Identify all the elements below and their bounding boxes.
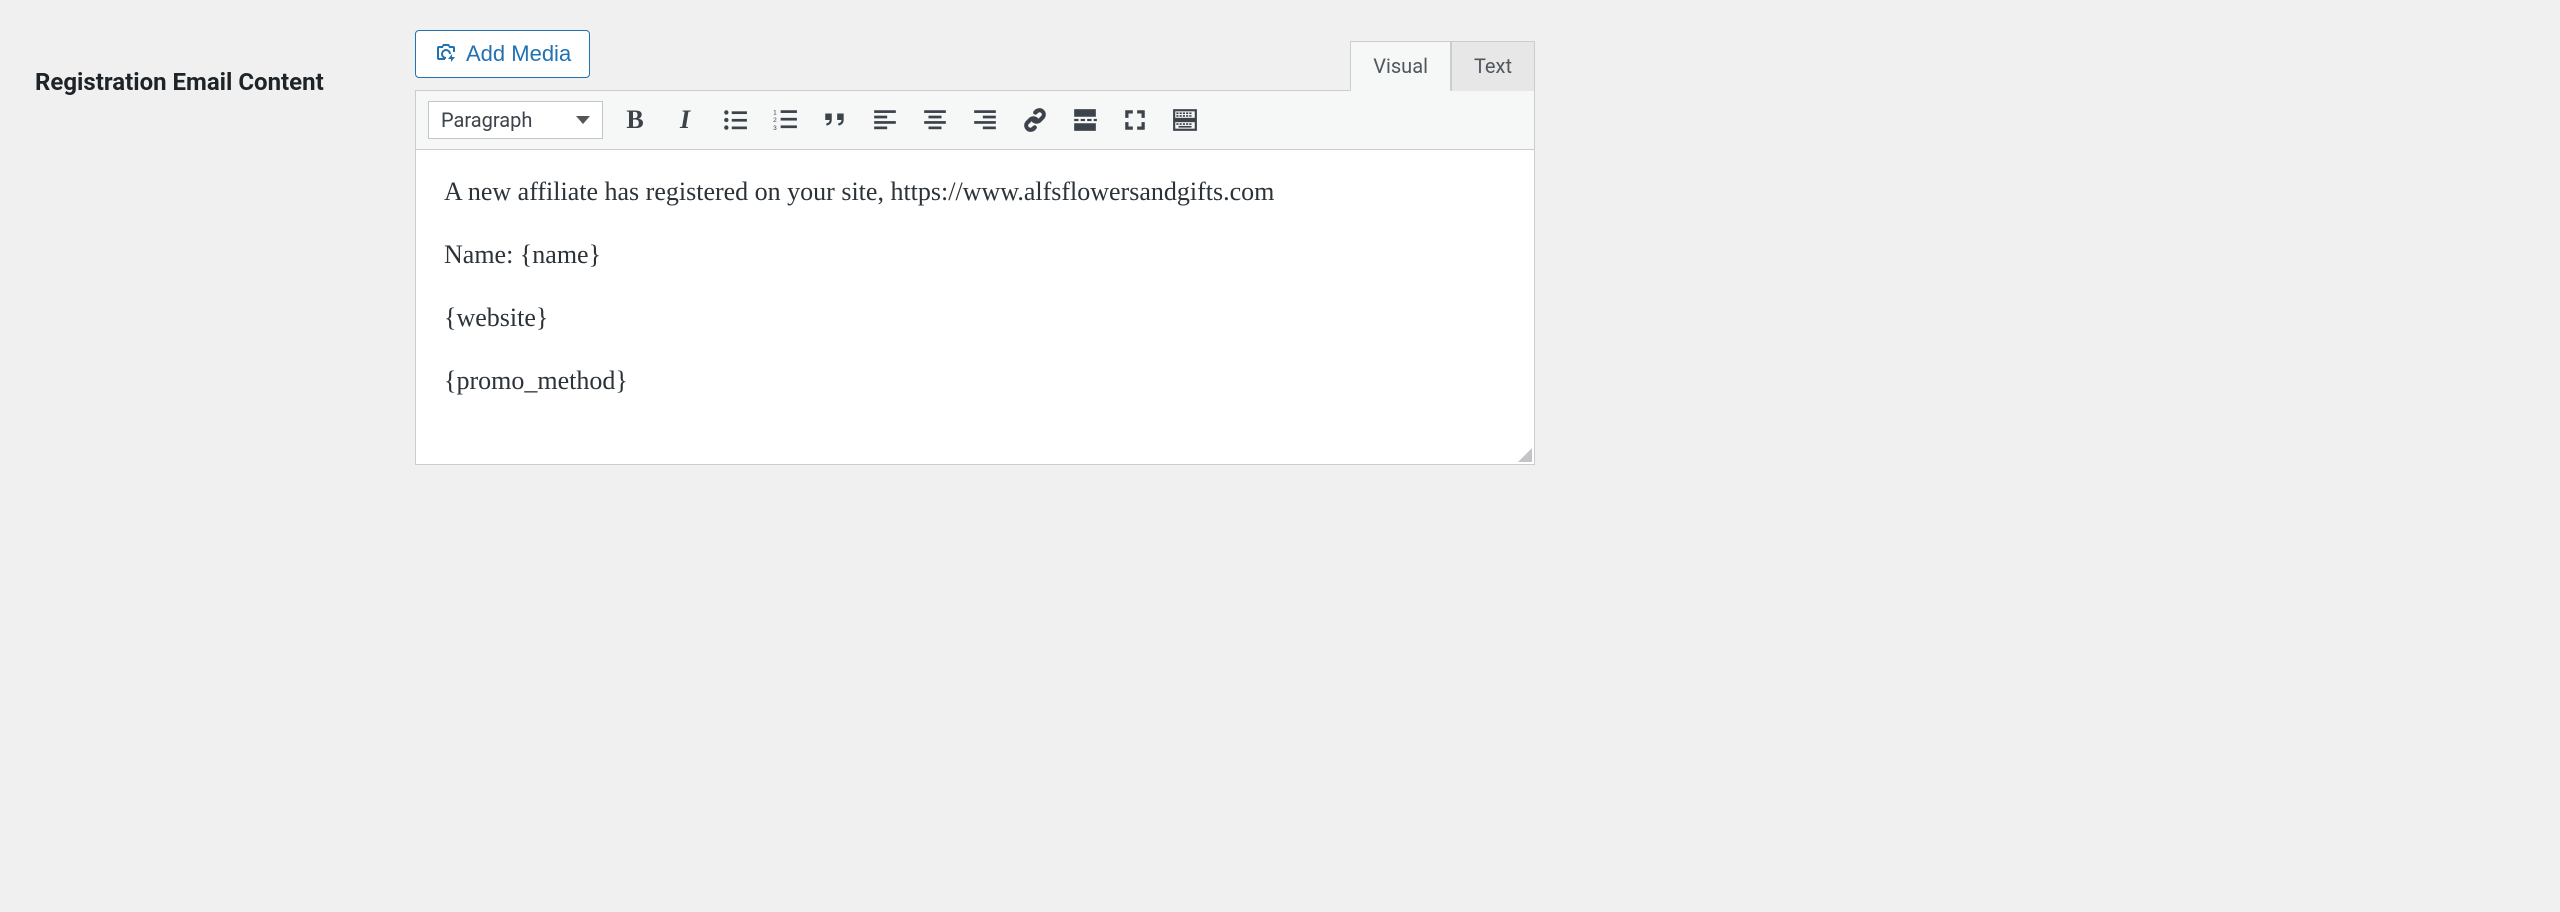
toolbar-toggle-button[interactable] (1171, 106, 1199, 134)
numbered-list-icon: 1 2 3 (772, 107, 798, 133)
numbered-list-button[interactable]: 1 2 3 (771, 106, 799, 134)
chevron-down-icon (576, 116, 590, 124)
svg-text:2: 2 (773, 117, 777, 124)
link-icon (1022, 107, 1048, 133)
align-left-icon (872, 107, 898, 133)
editor-toolbar: Paragraph B I 1 2 3 (415, 90, 1535, 150)
svg-text:3: 3 (773, 125, 777, 132)
align-center-button[interactable] (921, 106, 949, 134)
resize-handle[interactable] (1516, 446, 1532, 462)
quote-icon (822, 107, 848, 133)
content-paragraph: A new affiliate has registered on your s… (444, 172, 1506, 211)
blockquote-button[interactable] (821, 106, 849, 134)
camera-media-icon (434, 42, 458, 66)
align-center-icon (922, 107, 948, 133)
content-paragraph: {promo_method} (444, 361, 1506, 400)
svg-text:1: 1 (773, 110, 777, 117)
content-paragraph: Name: {name} (444, 235, 1506, 274)
keyboard-icon (1172, 107, 1198, 133)
format-selector[interactable]: Paragraph (428, 101, 603, 139)
add-media-button[interactable]: Add Media (415, 30, 590, 78)
bulleted-list-button[interactable] (721, 106, 749, 134)
settings-row: Registration Email Content Add Media Vis… (0, 0, 2560, 495)
editor-wrapper: Add Media Visual Text Paragraph B I (415, 30, 1535, 465)
editor-top-bar: Add Media Visual Text (415, 30, 1535, 90)
add-media-label: Add Media (466, 41, 571, 67)
insert-readmore-button[interactable] (1071, 106, 1099, 134)
tab-text[interactable]: Text (1451, 41, 1535, 91)
format-selector-label: Paragraph (441, 108, 532, 132)
align-right-button[interactable] (971, 106, 999, 134)
editor-tabs: Visual Text (1350, 40, 1535, 90)
align-left-button[interactable] (871, 106, 899, 134)
fullscreen-icon (1122, 107, 1148, 133)
readmore-icon (1072, 107, 1098, 133)
insert-link-button[interactable] (1021, 106, 1049, 134)
bold-button[interactable]: B (621, 106, 649, 134)
editor-content-area[interactable]: A new affiliate has registered on your s… (415, 150, 1535, 465)
fullscreen-button[interactable] (1121, 106, 1149, 134)
content-paragraph: {website} (444, 298, 1506, 337)
align-right-icon (972, 107, 998, 133)
field-label: Registration Email Content (35, 30, 385, 96)
tab-visual[interactable]: Visual (1350, 41, 1451, 91)
bulleted-list-icon (722, 107, 748, 133)
italic-button[interactable]: I (671, 106, 699, 134)
toolbar-buttons: B I 1 2 3 (621, 106, 1199, 134)
